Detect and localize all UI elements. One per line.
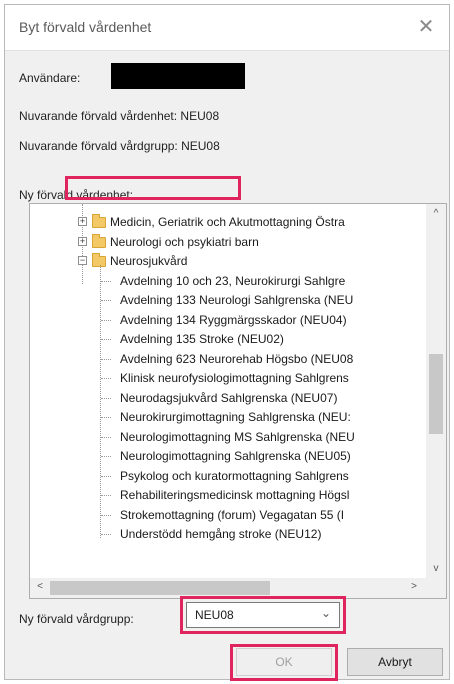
tree-unit-item[interactable]: Avdelning 135 Stroke (NEU02) bbox=[120, 329, 284, 349]
user-label: Användare: bbox=[19, 71, 81, 85]
tree-branch-line bbox=[101, 319, 111, 321]
tree-branch-line bbox=[101, 339, 111, 340]
tree-branch-line bbox=[101, 495, 111, 496]
title-bar: Byt förvald vårdenhet ✕ bbox=[5, 5, 449, 51]
vertical-scrollbar[interactable]: ^ v bbox=[426, 204, 446, 578]
scroll-down-icon[interactable]: v bbox=[426, 563, 446, 574]
current-unit-text: Nuvarande förvald vårdenhet: NEU08 bbox=[19, 109, 220, 123]
dialog-window: Byt förvald vårdenhet ✕ Användare: Nuvar… bbox=[4, 4, 450, 681]
tree-unit-item[interactable]: Avdelning 623 Neurorehab Högsbo (NEU08 bbox=[120, 349, 353, 369]
close-icon[interactable]: ✕ bbox=[413, 14, 439, 40]
tree-unit-item[interactable]: Klinisk neurofysiologimottagning Sahlgre… bbox=[120, 368, 349, 388]
tree-folder-label[interactable]: Neurologi och psykiatri barn bbox=[110, 232, 259, 252]
scroll-right-icon[interactable]: > bbox=[404, 581, 424, 592]
tree-branch-line bbox=[101, 417, 111, 418]
scroll-left-icon[interactable]: < bbox=[30, 581, 50, 592]
tree-unit-item[interactable]: Rehabiliteringsmedicinsk mottagning Högs… bbox=[120, 485, 349, 505]
scroll-corner bbox=[426, 578, 446, 598]
unit-tree-view[interactable]: + Medicin, Geriatrik och Akutmottagning Ö… bbox=[29, 203, 447, 599]
new-group-label: Ny förvald vårdgrupp: bbox=[19, 612, 134, 626]
tree-branch-line bbox=[101, 280, 111, 282]
tree-folder-label[interactable]: Neurosjukvård bbox=[110, 251, 187, 271]
tree-unit-item[interactable]: Neurologimottagning MS Sahlgrenska (NEU bbox=[120, 427, 355, 447]
tree-branch-line bbox=[101, 534, 111, 535]
folder-icon bbox=[92, 233, 106, 248]
tree-branch-line bbox=[101, 300, 111, 301]
horizontal-scrollbar[interactable]: < > bbox=[30, 578, 428, 598]
vertical-scroll-thumb[interactable] bbox=[429, 354, 443, 434]
dialog-title: Byt förvald vårdenhet bbox=[19, 19, 152, 35]
tree-branch-line bbox=[101, 378, 111, 379]
tree-unit-item[interactable]: Neurodagsjukvård Sahlgrenska (NEU07) bbox=[120, 388, 337, 408]
tree-branch-line bbox=[101, 456, 111, 457]
tree-branch-line bbox=[101, 475, 111, 477]
tree-branch-line bbox=[101, 397, 111, 399]
tree-unit-item[interactable]: Neurokirurgimottagning Sahlgrenska (NEU: bbox=[120, 407, 351, 427]
group-select-value: NEU08 bbox=[195, 608, 234, 622]
group-select[interactable]: NEU08 ⌄ bbox=[186, 602, 340, 628]
tree-unit-item[interactable]: Neurologimottagning Sahlgrenska (NEU05) bbox=[120, 446, 351, 466]
new-unit-highlight-box bbox=[65, 176, 241, 200]
scroll-up-icon[interactable]: ^ bbox=[426, 208, 446, 219]
folder-icon bbox=[92, 214, 106, 228]
horizontal-scroll-thumb[interactable] bbox=[50, 581, 270, 595]
expand-toggle-icon[interactable]: + bbox=[78, 217, 87, 226]
user-name-redaction bbox=[111, 63, 245, 89]
tree-branch-line bbox=[101, 514, 111, 516]
cancel-button[interactable]: Avbryt bbox=[347, 648, 443, 676]
tree-branch-line bbox=[101, 436, 111, 438]
expand-toggle-icon[interactable]: + bbox=[78, 236, 87, 246]
expand-toggle-icon[interactable]: − bbox=[78, 256, 87, 265]
current-group-text: Nuvarande förvald vårdgrupp: NEU08 bbox=[19, 139, 220, 153]
tree-unit-item[interactable]: Avdelning 134 Ryggmärgsskador (NEU04) bbox=[120, 310, 347, 330]
tree-branch-line bbox=[101, 358, 111, 360]
ok-button[interactable]: OK bbox=[236, 648, 332, 676]
tree-unit-item[interactable]: Psykolog och kuratormottagning Sahlgrens bbox=[120, 466, 349, 486]
folder-icon bbox=[92, 253, 106, 267]
tree-unit-item[interactable]: Avdelning 10 och 23, Neurokirurgi Sahlgr… bbox=[120, 271, 345, 291]
tree-folder-label[interactable]: Medicin, Geriatrik och Akutmottagning Ös… bbox=[110, 212, 345, 232]
tree-unit-item[interactable]: Understödd hemgång stroke (NEU12) bbox=[120, 524, 321, 544]
tree-unit-item[interactable]: Avdelning 133 Neurologi Sahlgrenska (NEU bbox=[120, 290, 353, 310]
chevron-down-icon: ⌄ bbox=[320, 606, 331, 620]
tree-unit-item[interactable]: Strokemottagning (forum) Vegagatan 55 (I bbox=[120, 505, 344, 525]
tree-content: + Medicin, Geriatrik och Akutmottagning Ö… bbox=[30, 204, 428, 578]
tree-child-connector bbox=[100, 264, 101, 538]
